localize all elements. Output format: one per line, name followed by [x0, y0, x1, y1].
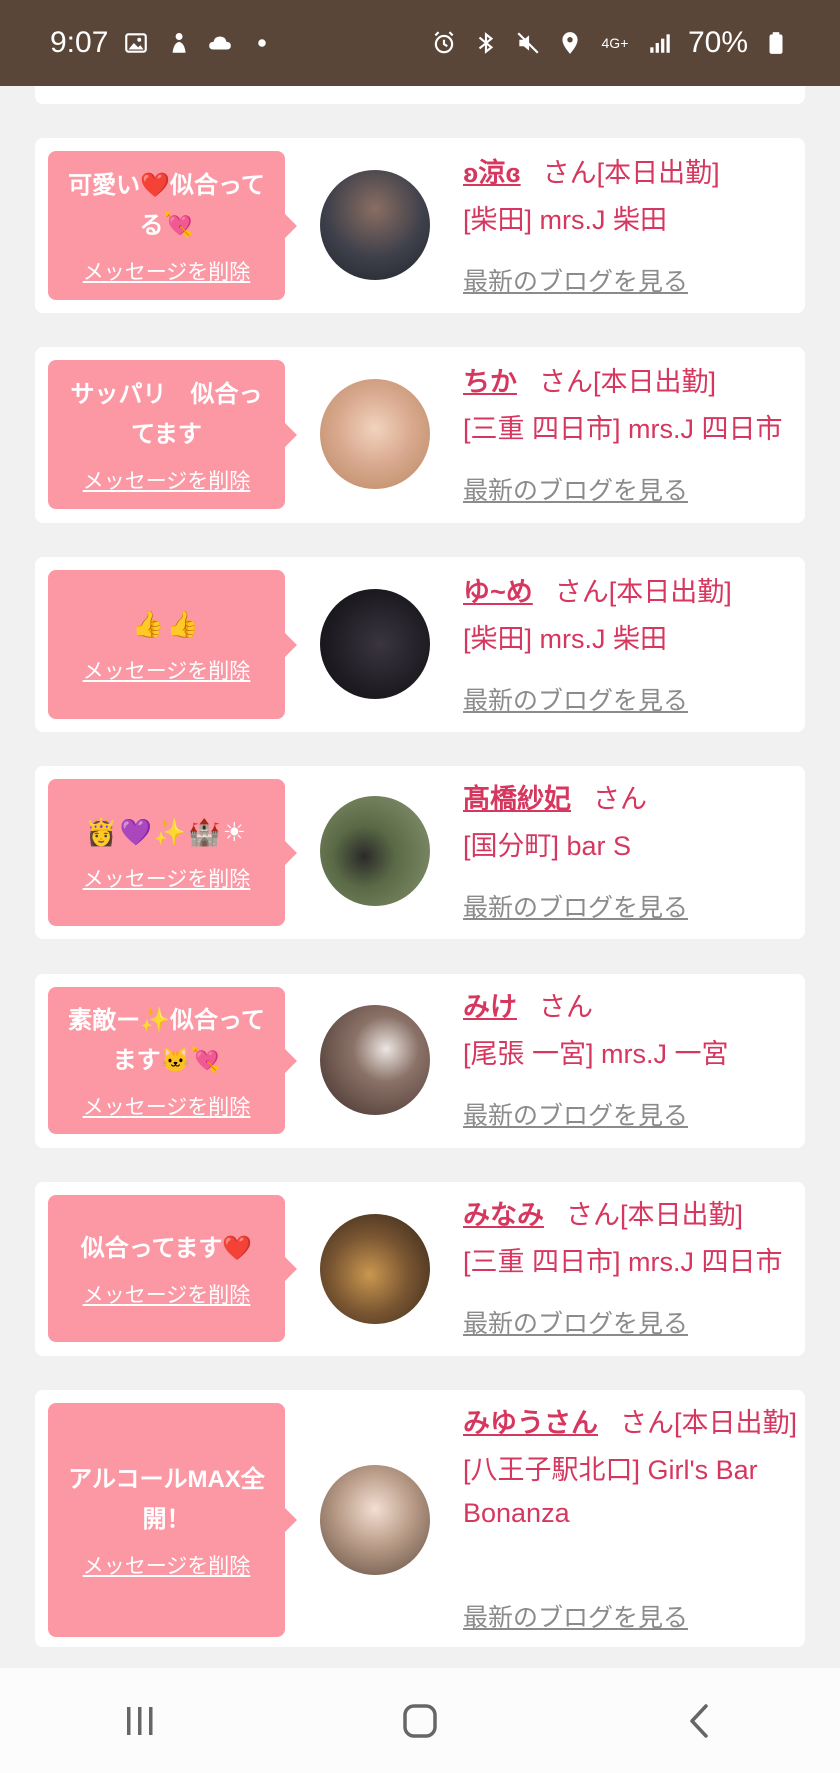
message-card: サッパリ 似合ってます メッセージを削除 ちか さん[本日出勤] [三重 四日市]… — [35, 347, 805, 523]
blog-link[interactable]: 最新のブログを見る — [463, 888, 688, 924]
cast-info: みゆうさん さん[本日出勤] [八王子駅北口] Girl's Bar Bonanz… — [463, 1402, 798, 1535]
delete-message-link[interactable]: メッセージを削除 — [83, 655, 251, 685]
battery-percent: 70% — [687, 26, 748, 59]
message-card: 👍👍 メッセージを削除 ゆ~め さん[本日出勤] [柴田] mrs.J 柴田 最新… — [35, 557, 805, 732]
blog-link[interactable]: 最新のブログを見る — [463, 681, 688, 717]
cast-shop: [国分町] bar S — [463, 831, 632, 861]
cast-name-link[interactable]: みゆうさん — [463, 1408, 598, 1438]
cloud-icon — [206, 29, 234, 57]
blog-link[interactable]: 最新のブログを見る — [463, 262, 688, 298]
message-text: 似合ってます❤️ — [80, 1234, 253, 1262]
avatar[interactable] — [320, 589, 430, 699]
message-bubble: 似合ってます❤️ メッセージを削除 — [48, 1195, 297, 1342]
cast-shop: [三重 四日市] mrs.J 四日市 — [463, 414, 783, 444]
network-label: 4G+ — [601, 35, 629, 51]
cast-info: みなみ さん[本日出勤] [三重 四日市] mrs.J 四日市 — [463, 1194, 798, 1284]
avatar[interactable] — [320, 1005, 430, 1115]
avatar[interactable] — [320, 796, 430, 906]
delete-message-link[interactable]: メッセージを削除 — [83, 465, 251, 495]
status-bar: 9:07 4G+ 70% — [0, 0, 840, 86]
recent-apps-icon — [127, 1706, 153, 1735]
cast-suffix: さん — [539, 992, 593, 1022]
cast-suffix: さん — [593, 784, 647, 814]
cast-info: ちか さん[本日出勤] [三重 四日市] mrs.J 四日市 — [463, 361, 798, 451]
home-icon — [403, 1703, 437, 1738]
message-bubble: 👸💜✨🏰☀ メッセージを削除 — [48, 779, 297, 926]
signal-icon — [646, 29, 674, 57]
cast-suffix: さん[本日出勤] — [566, 1200, 744, 1230]
mute-icon — [514, 29, 542, 57]
cast-name-link[interactable]: みなみ — [463, 1200, 544, 1230]
cast-shop: [尾張 一宮] mrs.J 一宮 — [463, 1039, 729, 1069]
previous-card — [35, 86, 805, 104]
back-button[interactable] — [670, 1691, 730, 1751]
status-time: 9:07 — [50, 26, 109, 59]
message-card: 可愛い❤️似合ってる💘 メッセージを削除 ʚ涼ɞ さん[本日出勤] [柴田] mr… — [35, 138, 805, 313]
cast-suffix: さん[本日出勤] — [542, 158, 720, 188]
cast-shop: [三重 四日市] mrs.J 四日市 — [463, 1247, 783, 1277]
message-text: 👍👍 — [132, 609, 201, 640]
message-card: 👸💜✨🏰☀ メッセージを削除 髙橋紗妃 さん [国分町] bar S 最新のブログ… — [35, 766, 805, 939]
message-bubble: 👍👍 メッセージを削除 — [48, 570, 297, 719]
avatar[interactable] — [320, 379, 430, 489]
blog-link[interactable]: 最新のブログを見る — [463, 1096, 688, 1132]
message-bubble: アルコールMAX全開！ メッセージを削除 — [48, 1403, 297, 1637]
delete-message-link[interactable]: メッセージを削除 — [83, 1091, 251, 1121]
message-list[interactable]: 可愛い❤️似合ってる💘 メッセージを削除 ʚ涼ɞ さん[本日出勤] [柴田] mr… — [0, 86, 840, 1668]
message-text: 👸💜✨🏰☀ — [85, 817, 248, 848]
message-text: サッパリ 似合ってます — [70, 380, 263, 448]
message-text: 可愛い❤️似合ってる💘 — [68, 171, 265, 239]
message-card: 素敵ー✨似合ってます🐱💘 メッセージを削除 みけ さん [尾張 一宮] mrs.J… — [35, 974, 805, 1148]
cast-name-link[interactable]: みけ — [463, 992, 517, 1022]
message-bubble: 素敵ー✨似合ってます🐱💘 メッセージを削除 — [48, 987, 297, 1134]
cast-info: みけ さん [尾張 一宮] mrs.J 一宮 — [463, 986, 798, 1076]
cast-shop: [柴田] mrs.J 柴田 — [463, 205, 667, 235]
navigation-bar — [0, 1668, 840, 1773]
message-card: アルコールMAX全開！ メッセージを削除 みゆうさん さん[本日出勤] [八王子駅… — [35, 1390, 805, 1647]
cast-suffix: さん[本日出勤] — [620, 1408, 798, 1438]
cast-name-link[interactable]: ʚ涼ɞ — [463, 158, 521, 188]
cast-info: ゆ~め さん[本日出勤] [柴田] mrs.J 柴田 — [463, 571, 798, 661]
message-text: 素敵ー✨似合ってます🐱💘 — [68, 1006, 265, 1074]
bluetooth-icon — [472, 29, 500, 57]
avatar[interactable] — [320, 1465, 430, 1575]
gallery-icon — [122, 29, 150, 57]
home-button[interactable] — [390, 1691, 450, 1751]
delete-message-link[interactable]: メッセージを削除 — [83, 1279, 251, 1309]
delete-message-link[interactable]: メッセージを削除 — [83, 1550, 251, 1580]
blog-link[interactable]: 最新のブログを見る — [463, 1304, 688, 1340]
cast-name-link[interactable]: ちか — [463, 367, 517, 397]
message-bubble: 可愛い❤️似合ってる💘 メッセージを削除 — [48, 151, 297, 300]
back-icon — [690, 1703, 708, 1738]
recent-apps-button[interactable] — [110, 1691, 170, 1751]
delete-message-link[interactable]: メッセージを削除 — [83, 256, 251, 286]
cast-suffix: さん[本日出勤] — [554, 577, 732, 607]
avatar[interactable] — [320, 1214, 430, 1324]
avatar[interactable] — [320, 170, 430, 280]
cast-info: 髙橋紗妃 さん [国分町] bar S — [463, 778, 798, 868]
message-bubble: サッパリ 似合ってます メッセージを削除 — [48, 360, 297, 509]
battery-icon — [762, 29, 790, 57]
network-4g-icon: 4G+ — [598, 29, 632, 57]
blog-link[interactable]: 最新のブログを見る — [463, 471, 688, 507]
cast-shop: [柴田] mrs.J 柴田 — [463, 624, 667, 654]
cast-shop: [八王子駅北口] Girl's Bar Bonanza — [463, 1455, 758, 1528]
location-icon — [556, 29, 584, 57]
cast-suffix: さん[本日出勤] — [539, 367, 717, 397]
bitmoji-icon — [164, 29, 192, 57]
message-card: 似合ってます❤️ メッセージを削除 みなみ さん[本日出勤] [三重 四日市] m… — [35, 1182, 805, 1356]
cast-info: ʚ涼ɞ さん[本日出勤] [柴田] mrs.J 柴田 — [463, 152, 798, 242]
cast-name-link[interactable]: ゆ~め — [463, 577, 533, 607]
blog-link[interactable]: 最新のブログを見る — [463, 1598, 688, 1634]
cast-name-link[interactable]: 髙橋紗妃 — [463, 784, 571, 814]
message-text: アルコールMAX全開！ — [68, 1466, 265, 1533]
delete-message-link[interactable]: メッセージを削除 — [83, 863, 251, 893]
dot-icon — [248, 29, 276, 57]
alarm-icon — [430, 29, 458, 57]
